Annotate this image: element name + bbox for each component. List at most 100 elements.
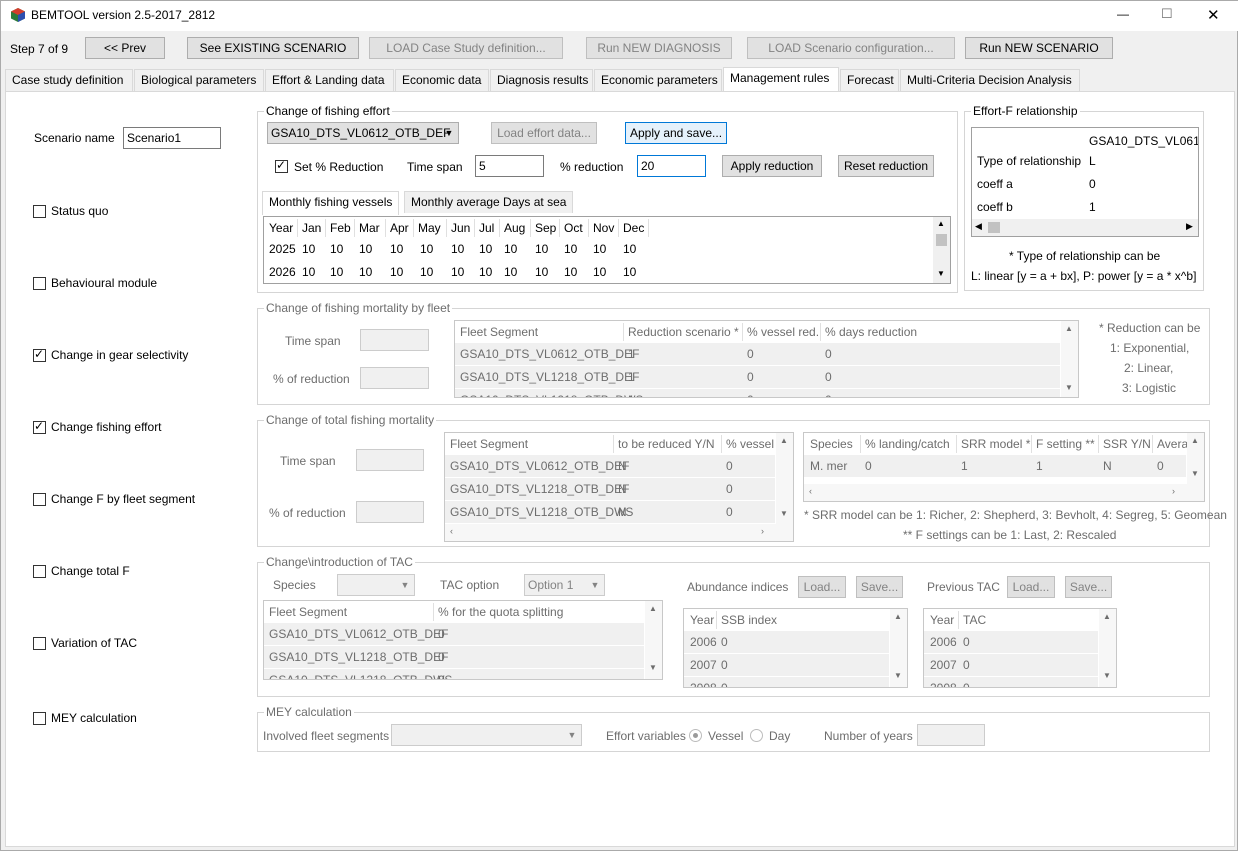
tab-mcda[interactable]: Multi-Criteria Decision Analysis [900, 69, 1080, 91]
tab-monthly-vessels[interactable]: Monthly fishing vessels [262, 191, 400, 215]
run-new-diagnosis-button[interactable]: Run NEW DIAGNOSIS [586, 37, 732, 59]
number-of-years-input[interactable] [917, 724, 985, 746]
behavioural-module-checkbox[interactable] [33, 277, 46, 290]
table-row[interactable]: GSA10_DTS_VL1218_OTB_DWS N 0 [445, 501, 775, 523]
total-f-checkbox[interactable] [33, 565, 46, 578]
scroll-left-icon[interactable]: ‹ [450, 526, 453, 536]
scroll-up-icon[interactable]: ▲ [894, 612, 902, 621]
scroll-down-icon[interactable]: ▼ [1065, 383, 1073, 392]
tab-effort-landing[interactable]: Effort & Landing data [265, 69, 394, 91]
table-row[interactable]: 2006 0 [924, 631, 1098, 653]
scroll-up-icon[interactable]: ▲ [1103, 612, 1111, 621]
mf-time-span-input[interactable] [360, 329, 429, 351]
scroll-down-icon[interactable]: ▼ [1103, 671, 1111, 680]
table-row[interactable]: GSA10_DTS_VL1218_OTB_DEF N 0 [445, 478, 775, 500]
table-row[interactable]: GSA10_DTS_VL1218_OTB_DWS 1 0 0 [455, 389, 1060, 397]
see-existing-scenario-button[interactable]: See EXISTING SCENARIO [187, 37, 359, 59]
vertical-scrollbar[interactable]: ▲ ▼ [1061, 321, 1078, 397]
vessel-radio[interactable] [689, 729, 702, 742]
scroll-right-icon[interactable]: › [1172, 486, 1175, 496]
scroll-down-icon[interactable]: ▼ [649, 663, 657, 672]
previous-tac-load-button[interactable]: Load... [1007, 576, 1055, 598]
scroll-down-icon[interactable]: ▼ [780, 509, 788, 518]
scroll-thumb[interactable] [936, 234, 947, 246]
table-row[interactable]: GSA10_DTS_VL0612_OTB_DEF N 0 [445, 455, 775, 477]
tab-monthly-days[interactable]: Monthly average Days at sea [404, 191, 574, 213]
tab-economic-params[interactable]: Economic parameters [594, 69, 722, 91]
reset-reduction-button[interactable]: Reset reduction [838, 155, 934, 177]
tac-variation-checkbox[interactable] [33, 637, 46, 650]
table-row[interactable]: 2007 0 [684, 654, 889, 676]
horizontal-scrollbar[interactable]: ‹ › [804, 484, 1204, 501]
maximize-button[interactable]: ☐ [1161, 6, 1173, 22]
mf-pct-input[interactable] [360, 367, 429, 389]
apply-save-button[interactable]: Apply and save... [625, 122, 727, 144]
fleet-combo[interactable]: GSA10_DTS_VL0612_OTB_DEF ▼ [267, 122, 459, 144]
reduction-input[interactable]: 20 [637, 155, 706, 177]
scroll-up-icon[interactable]: ▲ [1065, 324, 1073, 333]
table-row[interactable]: GSA10_DTS_VL1218_OTB_DWS 0 [264, 669, 644, 679]
apply-reduction-button[interactable]: Apply reduction [722, 155, 822, 177]
table-row[interactable]: M. mer 0 1 1 N 0 [804, 455, 1186, 477]
f-by-fleet-checkbox[interactable] [33, 493, 46, 506]
table-row[interactable]: 2026 10 10 10 10 10 10 10 10 10 10 10 10 [264, 261, 934, 283]
tab-biological[interactable]: Biological parameters [134, 69, 264, 91]
minimize-button[interactable]: — [1117, 7, 1129, 21]
previous-tac-save-button[interactable]: Save... [1065, 576, 1112, 598]
tac-species-combo[interactable]: ▼ [337, 574, 415, 596]
vertical-scrollbar[interactable]: ▲ ▼ [1099, 609, 1116, 687]
table-row[interactable]: GSA10_DTS_VL0612_OTB_DEF 0 [264, 623, 644, 645]
mey-fleet-combo[interactable]: ▼ [391, 724, 582, 746]
table-row[interactable]: GSA10_DTS_VL1218_OTB_DEF 1 0 0 [455, 366, 1060, 388]
fishing-effort-checkbox[interactable] [33, 419, 46, 434]
day-radio[interactable] [750, 729, 763, 742]
load-case-study-button[interactable]: LOAD Case Study definition... [369, 37, 563, 59]
scroll-right-icon[interactable]: ▶ [1186, 221, 1193, 232]
status-quo-checkbox[interactable] [33, 205, 46, 218]
scroll-up-icon[interactable]: ▲ [780, 436, 788, 445]
scroll-up-icon[interactable]: ▲ [649, 604, 657, 613]
scroll-up-icon[interactable]: ▲ [1191, 436, 1199, 445]
tf-time-span-input[interactable] [356, 449, 424, 471]
table-row[interactable]: GSA10_DTS_VL0612_OTB_DEF 1 0 0 [455, 343, 1060, 365]
gear-selectivity-checkbox[interactable] [33, 347, 46, 362]
tab-case-study[interactable]: Case study definition [5, 69, 133, 91]
table-row[interactable]: 2025 10 10 10 10 10 10 10 10 10 10 10 10 [264, 238, 934, 260]
abundance-save-button[interactable]: Save... [856, 576, 903, 598]
vertical-scrollbar[interactable]: ▲ ▼ [890, 609, 907, 687]
vertical-scrollbar[interactable]: ▲ ▼ [645, 601, 662, 679]
table-row[interactable]: 2006 0 [684, 631, 889, 653]
scenario-name-input[interactable]: Scenario1 [123, 127, 221, 149]
horizontal-scrollbar[interactable]: ‹ › [445, 524, 793, 541]
tac-option-combo[interactable]: Option 1 ▼ [524, 574, 605, 596]
tab-economic-data[interactable]: Economic data [395, 69, 489, 91]
scroll-down-icon[interactable]: ▼ [937, 269, 945, 278]
table-row[interactable]: 2008 0 [924, 677, 1098, 687]
table-row[interactable]: GSA10_DTS_VL1218_OTB_DEF 0 [264, 646, 644, 668]
scroll-up-icon[interactable]: ▲ [937, 219, 945, 228]
scroll-left-icon[interactable]: ‹ [809, 486, 812, 496]
scroll-down-icon[interactable]: ▼ [1191, 469, 1199, 478]
abundance-load-button[interactable]: Load... [798, 576, 846, 598]
tab-forecast[interactable]: Forecast [840, 69, 899, 91]
scroll-down-icon[interactable]: ▼ [894, 671, 902, 680]
vertical-scrollbar[interactable]: ▲ ▼ [1187, 433, 1204, 484]
tf-pct-input[interactable] [356, 501, 424, 523]
table-row[interactable]: 2008 0 [684, 677, 889, 687]
horizontal-scrollbar[interactable]: ◀ ▶ [972, 219, 1198, 236]
prev-button[interactable]: << Prev [85, 37, 165, 59]
scroll-right-icon[interactable]: › [761, 526, 764, 536]
table-row[interactable]: 2007 0 [924, 654, 1098, 676]
vertical-scrollbar[interactable]: ▲ ▼ [933, 217, 950, 283]
load-scenario-config-button[interactable]: LOAD Scenario configuration... [747, 37, 955, 59]
scroll-left-icon[interactable]: ◀ [975, 221, 982, 232]
time-span-input[interactable]: 5 [475, 155, 544, 177]
close-button[interactable]: ✕ [1207, 6, 1220, 24]
set-reduction-checkbox[interactable] [275, 158, 288, 173]
run-new-scenario-button[interactable]: Run NEW SCENARIO [965, 37, 1113, 59]
load-effort-button[interactable]: Load effort data... [491, 122, 597, 144]
mey-checkbox[interactable] [33, 712, 46, 725]
vertical-scrollbar[interactable]: ▲ ▼ [776, 433, 793, 524]
scroll-thumb[interactable] [988, 222, 1000, 233]
tab-management-rules[interactable]: Management rules [723, 67, 839, 91]
